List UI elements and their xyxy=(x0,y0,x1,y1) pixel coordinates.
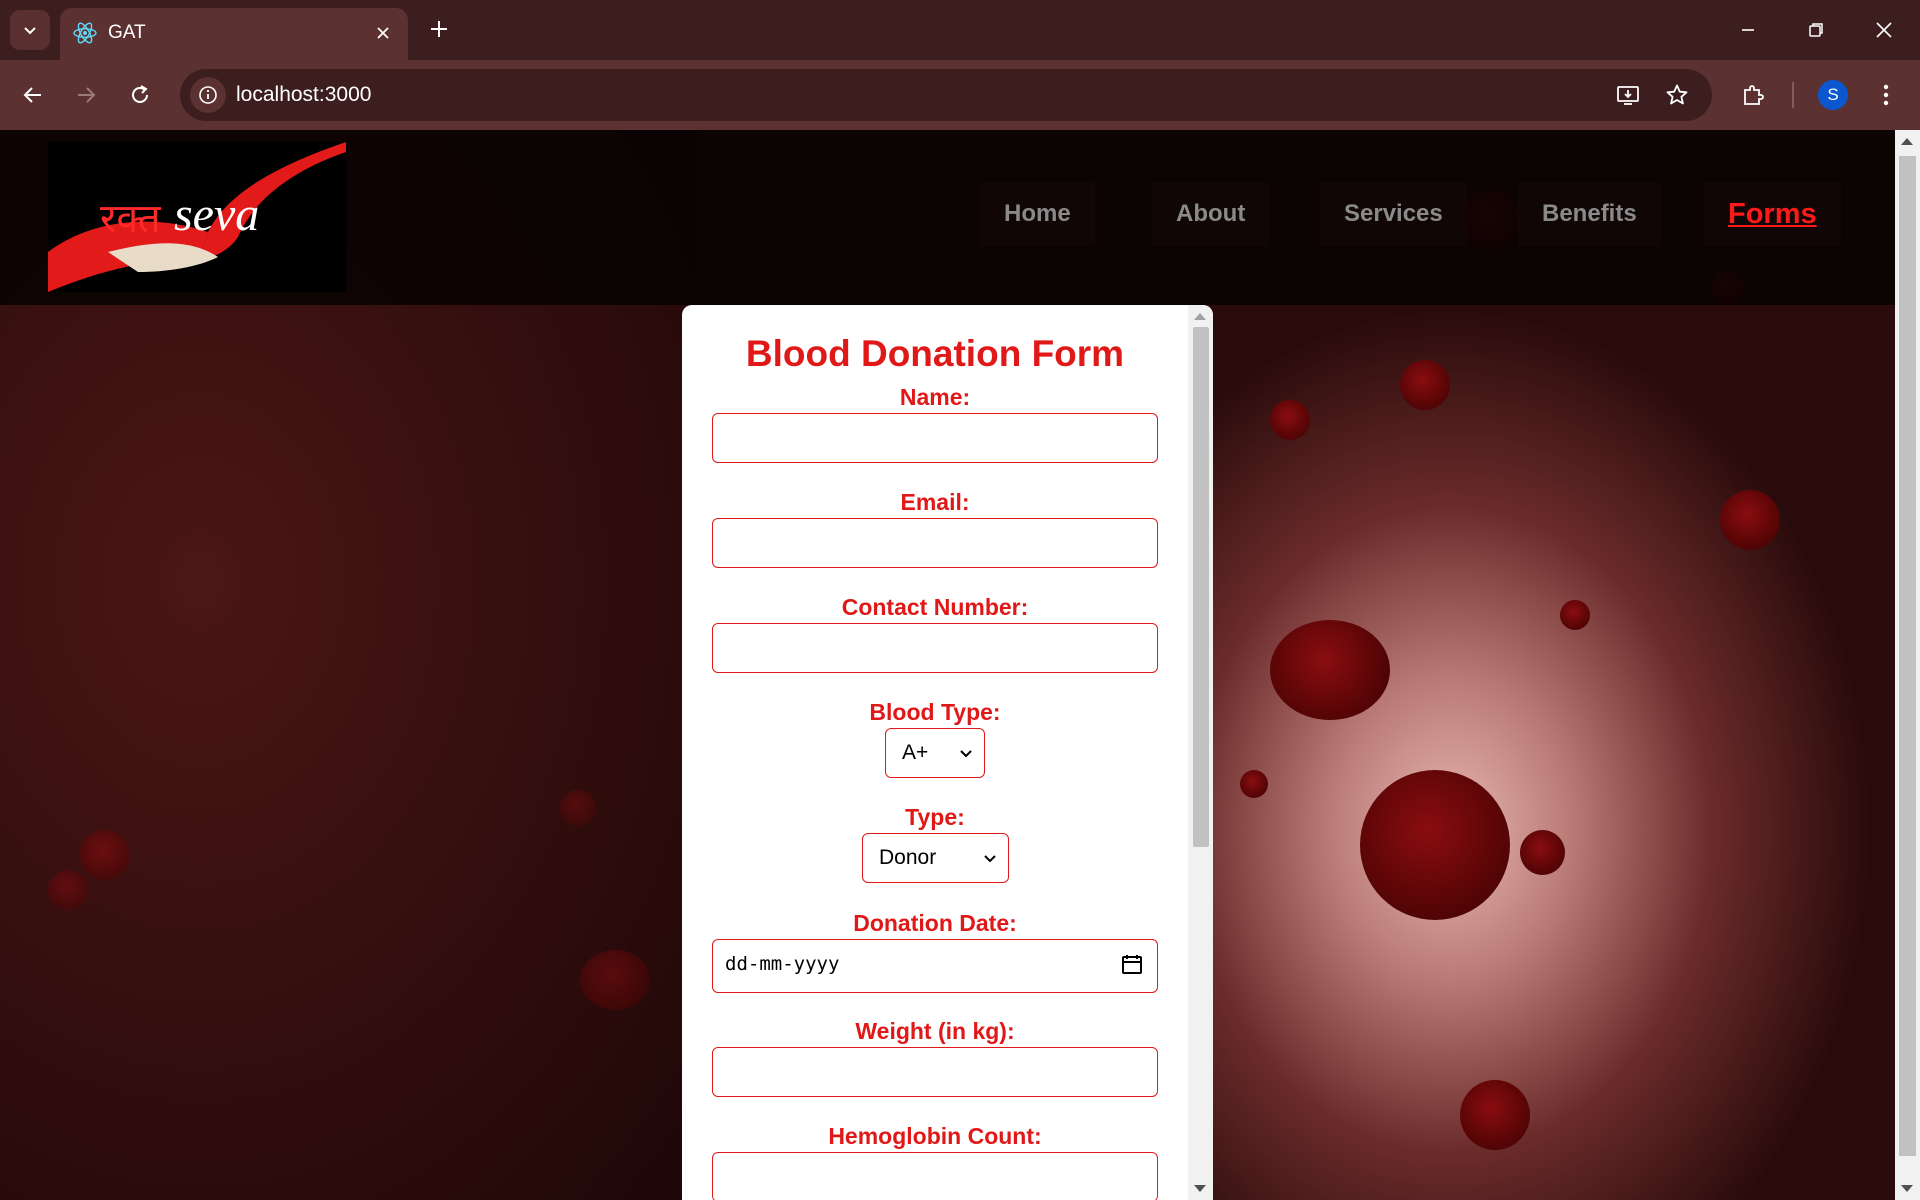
contact-number-input[interactable] xyxy=(712,623,1158,673)
date-placeholder: dd-mm-yyyy xyxy=(725,953,840,975)
blood-type-select[interactable]: A+ xyxy=(885,728,985,778)
nav-home[interactable]: Home xyxy=(980,182,1095,246)
chevron-down-icon xyxy=(960,750,972,758)
blood-cell-decoration xyxy=(1360,770,1510,920)
browser-toolbar: localhost:3000 S xyxy=(0,60,1920,130)
scroll-up-arrow[interactable] xyxy=(1194,313,1206,320)
page-scrollbar-thumb[interactable] xyxy=(1899,156,1916,1156)
type-select[interactable]: Donor xyxy=(862,833,1009,883)
blood-cell-decoration xyxy=(1240,770,1268,798)
restore-icon xyxy=(1809,23,1823,37)
type-label: Type: xyxy=(905,804,965,830)
browser-tabstrip: GAT xyxy=(0,0,1920,60)
logo-devanagari: रक्त xyxy=(100,196,162,242)
toolbar-separator xyxy=(1792,82,1794,108)
blood-cell-decoration xyxy=(1520,830,1565,875)
react-logo-icon xyxy=(73,22,97,44)
back-button[interactable] xyxy=(13,75,53,115)
email-label: Email: xyxy=(900,489,970,515)
tab-close-button[interactable] xyxy=(370,20,396,46)
blood-cell-decoration xyxy=(1400,360,1450,410)
blood-cell-decoration xyxy=(1270,620,1390,720)
blood-cell-decoration xyxy=(1460,1080,1530,1150)
logo-graphic: रक्त seva xyxy=(48,142,346,292)
browser-tab[interactable]: GAT xyxy=(60,8,408,60)
plus-icon xyxy=(431,21,447,37)
blood-cell-decoration xyxy=(580,950,650,1010)
close-window-button[interactable] xyxy=(1860,8,1908,52)
email-input[interactable] xyxy=(712,518,1158,568)
site-logo[interactable]: रक्त seva xyxy=(48,142,346,292)
install-app-button[interactable] xyxy=(1608,75,1648,115)
install-icon xyxy=(1617,86,1639,105)
form-content: Blood Donation Form Name: Email: Contact… xyxy=(682,305,1188,1200)
form-scrollbar[interactable] xyxy=(1188,305,1213,1200)
profile-avatar[interactable]: S xyxy=(1818,80,1848,110)
url-text: localhost:3000 xyxy=(236,83,372,106)
arrow-left-icon xyxy=(23,87,41,103)
logo-latin: seva xyxy=(174,188,259,241)
blood-cell-decoration xyxy=(1270,400,1310,440)
reload-button[interactable] xyxy=(120,75,160,115)
reload-icon xyxy=(132,85,148,103)
type-value: Donor xyxy=(879,846,937,869)
blood-type-value: A+ xyxy=(902,741,929,764)
page-scrollbar[interactable] xyxy=(1895,130,1920,1200)
blood-cell-decoration xyxy=(560,790,596,826)
weight-input[interactable] xyxy=(712,1047,1158,1097)
donation-date-input[interactable]: dd-mm-yyyy xyxy=(712,939,1158,993)
nav-about[interactable]: About xyxy=(1152,182,1270,246)
minimize-button[interactable] xyxy=(1724,8,1772,52)
bookmark-button[interactable] xyxy=(1657,75,1697,115)
extensions-button[interactable] xyxy=(1733,75,1773,115)
blood-cell-decoration xyxy=(1720,490,1780,550)
blood-donation-form: Blood Donation Form Name: Email: Contact… xyxy=(682,305,1213,1200)
close-icon xyxy=(1876,22,1892,38)
chevron-down-icon xyxy=(984,855,996,863)
blood-cell-decoration xyxy=(48,870,88,910)
contact-number-label: Contact Number: xyxy=(841,594,1029,620)
nav-services[interactable]: Services xyxy=(1320,182,1467,246)
blood-type-label: Blood Type: xyxy=(869,699,1001,725)
name-label: Name: xyxy=(899,384,971,410)
menu-button[interactable] xyxy=(1866,75,1906,115)
scroll-down-arrow[interactable] xyxy=(1194,1185,1206,1192)
tab-search-button[interactable] xyxy=(10,10,50,50)
tab-title: GAT xyxy=(108,22,146,43)
nav-benefits[interactable]: Benefits xyxy=(1518,182,1661,246)
new-tab-button[interactable] xyxy=(422,12,456,46)
more-vertical-icon xyxy=(1883,84,1889,106)
puzzle-icon xyxy=(1744,85,1764,105)
nav-forms[interactable]: Forms xyxy=(1704,182,1841,246)
info-icon xyxy=(199,86,217,104)
star-icon xyxy=(1666,84,1688,105)
name-input[interactable] xyxy=(712,413,1158,463)
chevron-down-icon xyxy=(24,27,36,35)
donation-date-label: Donation Date: xyxy=(853,910,1017,936)
forward-button[interactable] xyxy=(66,75,106,115)
arrow-right-icon xyxy=(78,87,96,103)
weight-label: Weight (in kg): xyxy=(855,1018,1015,1044)
site-header: रक्त seva Home About Services Benefits F… xyxy=(0,130,1895,305)
site-info-button[interactable] xyxy=(190,77,226,113)
hemoglobin-count-input[interactable] xyxy=(712,1152,1158,1200)
address-bar[interactable]: localhost:3000 xyxy=(180,69,1712,121)
form-title: Blood Donation Form xyxy=(745,333,1125,374)
restore-button[interactable] xyxy=(1792,8,1840,52)
blood-cell-decoration xyxy=(80,830,130,880)
minimize-icon xyxy=(1742,29,1754,31)
close-icon xyxy=(377,27,389,39)
blood-cell-decoration xyxy=(1560,600,1590,630)
page-viewport: रक्त seva Home About Services Benefits F… xyxy=(0,130,1895,1200)
calendar-icon[interactable] xyxy=(1121,953,1143,975)
page-scroll-down-arrow[interactable] xyxy=(1901,1185,1913,1192)
hemoglobin-count-label: Hemoglobin Count: xyxy=(828,1123,1042,1149)
page-scroll-up-arrow[interactable] xyxy=(1901,138,1913,145)
form-scrollbar-thumb[interactable] xyxy=(1193,327,1209,847)
